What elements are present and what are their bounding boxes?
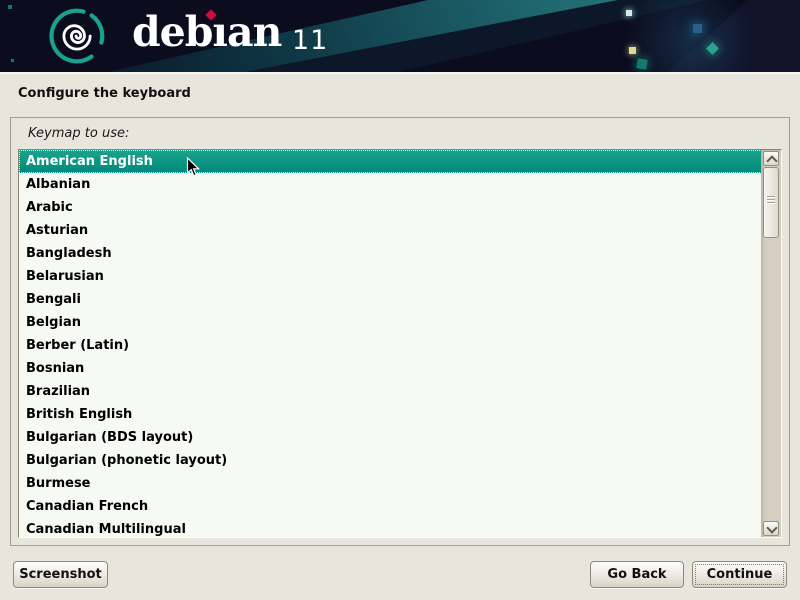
brand-version: 11 (292, 25, 328, 56)
artwork-square-icon (629, 47, 636, 54)
mouse-cursor-icon (186, 157, 201, 178)
list-item[interactable]: Canadian Multilingual (19, 518, 762, 537)
artwork-square-icon (636, 58, 648, 70)
artwork-dot-icon (11, 59, 14, 62)
scrollbar-grip-icon (767, 196, 775, 204)
list-item[interactable]: British English (19, 403, 762, 426)
list-item[interactable]: Arabic (19, 196, 762, 219)
artwork-square-icon (693, 24, 702, 33)
list-item[interactable]: Bulgarian (BDS layout) (19, 426, 762, 449)
list-item[interactable]: Canadian French (19, 495, 762, 518)
list-item[interactable]: Burmese (19, 472, 762, 495)
keymap-list: American EnglishAlbanianArabicAsturianBa… (18, 149, 782, 538)
scrollbar-down-button[interactable] (763, 521, 779, 536)
list-item[interactable]: Albanian (19, 173, 762, 196)
scrollbar-thumb[interactable] (763, 167, 779, 238)
continue-button[interactable]: Continue (692, 561, 787, 588)
list-item[interactable]: Berber (Latin) (19, 334, 762, 357)
list-item[interactable]: Bangladesh (19, 242, 762, 265)
list-item[interactable]: Belgian (19, 311, 762, 334)
list-item[interactable]: American English (19, 150, 762, 173)
header-artwork-glow (596, 0, 776, 74)
keymap-label: Keymap to use: (28, 126, 129, 141)
artwork-dot-icon (8, 5, 12, 9)
list-item[interactable]: Bulgarian (phonetic layout) (19, 449, 762, 472)
scrollbar-track[interactable] (761, 150, 781, 537)
keymap-rows: American EnglishAlbanianArabicAsturianBa… (19, 150, 762, 537)
go-back-button[interactable]: Go Back (590, 561, 684, 588)
header-banner: debıan 11 (0, 0, 800, 74)
chevron-up-icon (766, 155, 777, 166)
scrollbar-up-button[interactable] (763, 151, 779, 166)
list-item[interactable]: Bosnian (19, 357, 762, 380)
list-item[interactable]: Bengali (19, 288, 762, 311)
page-title: Configure the keyboard (18, 86, 191, 101)
artwork-square-icon (626, 10, 632, 16)
list-item[interactable]: Belarusian (19, 265, 762, 288)
list-item[interactable]: Asturian (19, 219, 762, 242)
chevron-down-icon (766, 522, 777, 533)
list-item[interactable]: Brazilian (19, 380, 762, 403)
screenshot-button[interactable]: Screenshot (13, 561, 108, 588)
debian-swirl-icon (47, 6, 107, 66)
